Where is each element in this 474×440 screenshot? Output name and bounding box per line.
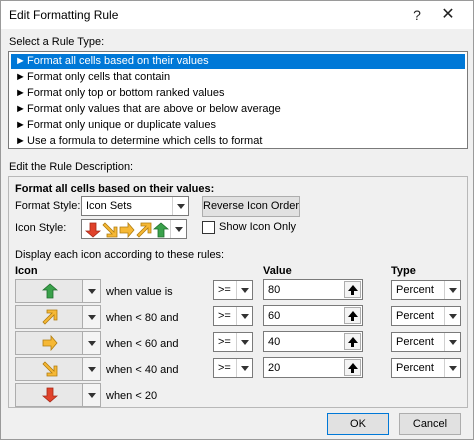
arrow-bullet-icon: ► <box>15 119 26 131</box>
rule-type-item[interactable]: ►Format only top or bottom ranked values <box>11 86 465 101</box>
value-input[interactable]: 60 <box>263 305 363 326</box>
chevron-down-icon <box>444 333 460 351</box>
arrow-bullet-icon: ► <box>15 55 26 67</box>
green-up-arrow-icon <box>42 283 58 299</box>
yellow-right-arrow-icon <box>119 222 135 238</box>
chevron-down-icon <box>236 359 252 377</box>
chevron-down-icon <box>172 197 188 215</box>
chevron-down-icon <box>236 333 252 351</box>
value-input[interactable]: 80 <box>263 279 363 300</box>
close-button[interactable]: ✕ <box>437 5 459 25</box>
condition-label: when < 80 and <box>106 312 179 324</box>
type-select[interactable]: Percent <box>391 358 461 378</box>
operator-value: >= <box>218 362 231 374</box>
help-button[interactable]: ? <box>406 5 428 25</box>
yellow-right-arrow-icon <box>42 335 58 351</box>
rule-type-item[interactable]: ►Format only values that are above or be… <box>11 102 465 117</box>
description-heading: Format all cells based on their values: <box>15 183 215 195</box>
condition-label: when < 60 and <box>106 338 179 350</box>
chevron-down-icon <box>82 358 100 380</box>
chevron-down-icon <box>444 359 460 377</box>
red-down-arrow-icon <box>42 387 58 403</box>
rule-type-list[interactable]: ►Format all cells based on their values … <box>8 51 468 149</box>
rule-type-item[interactable]: ►Format all cells based on their values <box>11 54 465 69</box>
operator-select[interactable]: >= <box>213 332 253 352</box>
edit-formatting-rule-dialog: Edit Formatting Rule ? ✕ Select a Rule T… <box>0 0 474 440</box>
rule-type-item[interactable]: ►Format only cells that contain <box>11 70 465 85</box>
condition-label: when < 20 <box>106 390 158 402</box>
format-style-select[interactable]: Icon Sets <box>81 196 189 216</box>
icon-style-select[interactable] <box>81 219 187 239</box>
rule-description-label: Edit the Rule Description: <box>9 161 134 173</box>
operator-value: >= <box>218 336 231 348</box>
cancel-button[interactable]: Cancel <box>399 413 461 435</box>
arrow-bullet-icon: ► <box>15 135 26 147</box>
icon-picker[interactable] <box>15 357 101 381</box>
operator-select[interactable]: >= <box>213 280 253 300</box>
chevron-down-icon <box>170 220 186 238</box>
rule-type-item[interactable]: ►Format only unique or duplicate values <box>11 118 465 133</box>
chevron-down-icon <box>82 280 100 302</box>
yellow-down-right-arrow-icon <box>102 222 118 238</box>
reverse-icon-order-button[interactable]: Reverse Icon Order <box>202 196 300 217</box>
rule-description-panel: Format all cells based on their values: … <box>8 176 468 408</box>
condition-label: when < 40 and <box>106 364 179 376</box>
type-column-header: Type <box>391 265 416 277</box>
icon-picker[interactable] <box>15 305 101 329</box>
type-select[interactable]: Percent <box>391 280 461 300</box>
display-rules-label: Display each icon according to these rul… <box>15 249 225 261</box>
range-selector-icon[interactable] <box>344 359 361 376</box>
value-text: 20 <box>268 362 281 374</box>
type-value: Percent <box>396 362 434 374</box>
chevron-down-icon <box>82 332 100 354</box>
condition-label: when value is <box>106 286 173 298</box>
show-icon-only-label: Show Icon Only <box>219 221 297 233</box>
format-style-label: Format Style: <box>15 200 81 212</box>
chevron-down-icon <box>82 306 100 328</box>
arrow-bullet-icon: ► <box>15 87 26 99</box>
arrow-bullet-icon: ► <box>15 103 26 115</box>
range-selector-icon[interactable] <box>344 333 361 350</box>
yellow-up-right-arrow-icon <box>136 222 152 238</box>
chevron-down-icon <box>236 307 252 325</box>
type-select[interactable]: Percent <box>391 306 461 326</box>
value-input[interactable]: 20 <box>263 357 363 378</box>
rule-type-label: Select a Rule Type: <box>9 36 105 48</box>
type-value: Percent <box>396 284 434 296</box>
value-text: 60 <box>268 310 281 322</box>
operator-value: >= <box>218 284 231 296</box>
icon-style-label: Icon Style: <box>15 222 67 234</box>
red-down-arrow-icon <box>85 222 101 238</box>
operator-select[interactable]: >= <box>213 358 253 378</box>
value-text: 80 <box>268 284 281 296</box>
title-bar: Edit Formatting Rule ? ✕ <box>1 1 473 29</box>
value-column-header: Value <box>263 265 292 277</box>
type-value: Percent <box>396 336 434 348</box>
icon-picker[interactable] <box>15 331 101 355</box>
range-selector-icon[interactable] <box>344 307 361 324</box>
operator-value: >= <box>218 310 231 322</box>
chevron-down-icon <box>444 281 460 299</box>
window-title: Edit Formatting Rule <box>9 8 119 22</box>
chevron-down-icon <box>82 384 100 406</box>
icon-column-header: Icon <box>15 265 38 277</box>
show-icon-only-checkbox[interactable] <box>202 221 215 234</box>
icon-picker[interactable] <box>15 279 101 303</box>
value-text: 40 <box>268 336 281 348</box>
range-selector-icon[interactable] <box>344 281 361 298</box>
yellow-down-right-arrow-icon <box>42 361 58 377</box>
chevron-down-icon <box>444 307 460 325</box>
arrow-bullet-icon: ► <box>15 71 26 83</box>
type-select[interactable]: Percent <box>391 332 461 352</box>
green-up-arrow-icon <box>153 222 169 238</box>
chevron-down-icon <box>236 281 252 299</box>
format-style-value: Icon Sets <box>86 200 132 212</box>
value-input[interactable]: 40 <box>263 331 363 352</box>
icon-picker[interactable] <box>15 383 101 407</box>
yellow-up-right-arrow-icon <box>42 309 58 325</box>
rule-type-item[interactable]: ►Use a formula to determine which cells … <box>11 134 465 149</box>
type-value: Percent <box>396 310 434 322</box>
operator-select[interactable]: >= <box>213 306 253 326</box>
ok-button[interactable]: OK <box>327 413 389 435</box>
